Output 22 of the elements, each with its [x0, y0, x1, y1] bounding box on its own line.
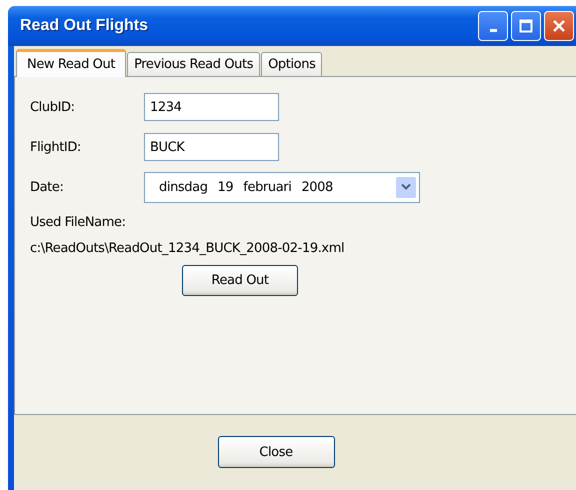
chevron-down-icon [401, 183, 411, 191]
minimize-button[interactable] [478, 11, 508, 41]
input-field[interactable]: 1234 [144, 93, 279, 121]
file-name-label: Used FileName: [30, 215, 127, 232]
tab[interactable]: Previous Read Outs [127, 52, 260, 76]
minimize-icon [490, 29, 496, 32]
tab[interactable]: Options [261, 52, 322, 76]
field-label: FlightID: [30, 140, 82, 154]
close-button[interactable] [544, 11, 574, 41]
maximize-icon [519, 19, 533, 33]
read-out-button[interactable]: Read Out [182, 265, 298, 296]
date-picker[interactable]: dinsdag 19 februari 2008 [144, 172, 420, 202]
tab[interactable]: New Read Out [16, 49, 126, 77]
maximize-button[interactable] [511, 11, 541, 41]
close-icon [552, 19, 566, 33]
file-path: c:\ReadOuts\ReadOut_1234_BUCK_2008-02-19.xml [30, 241, 346, 258]
window-title: Read Out Flights [20, 17, 148, 35]
close-dialog-button[interactable]: Close [218, 436, 334, 468]
dropdown-button[interactable] [396, 176, 416, 198]
input-field[interactable]: BUCK [144, 133, 279, 161]
field-label: ClubID: [30, 100, 76, 114]
field-label: Date: [30, 180, 64, 194]
